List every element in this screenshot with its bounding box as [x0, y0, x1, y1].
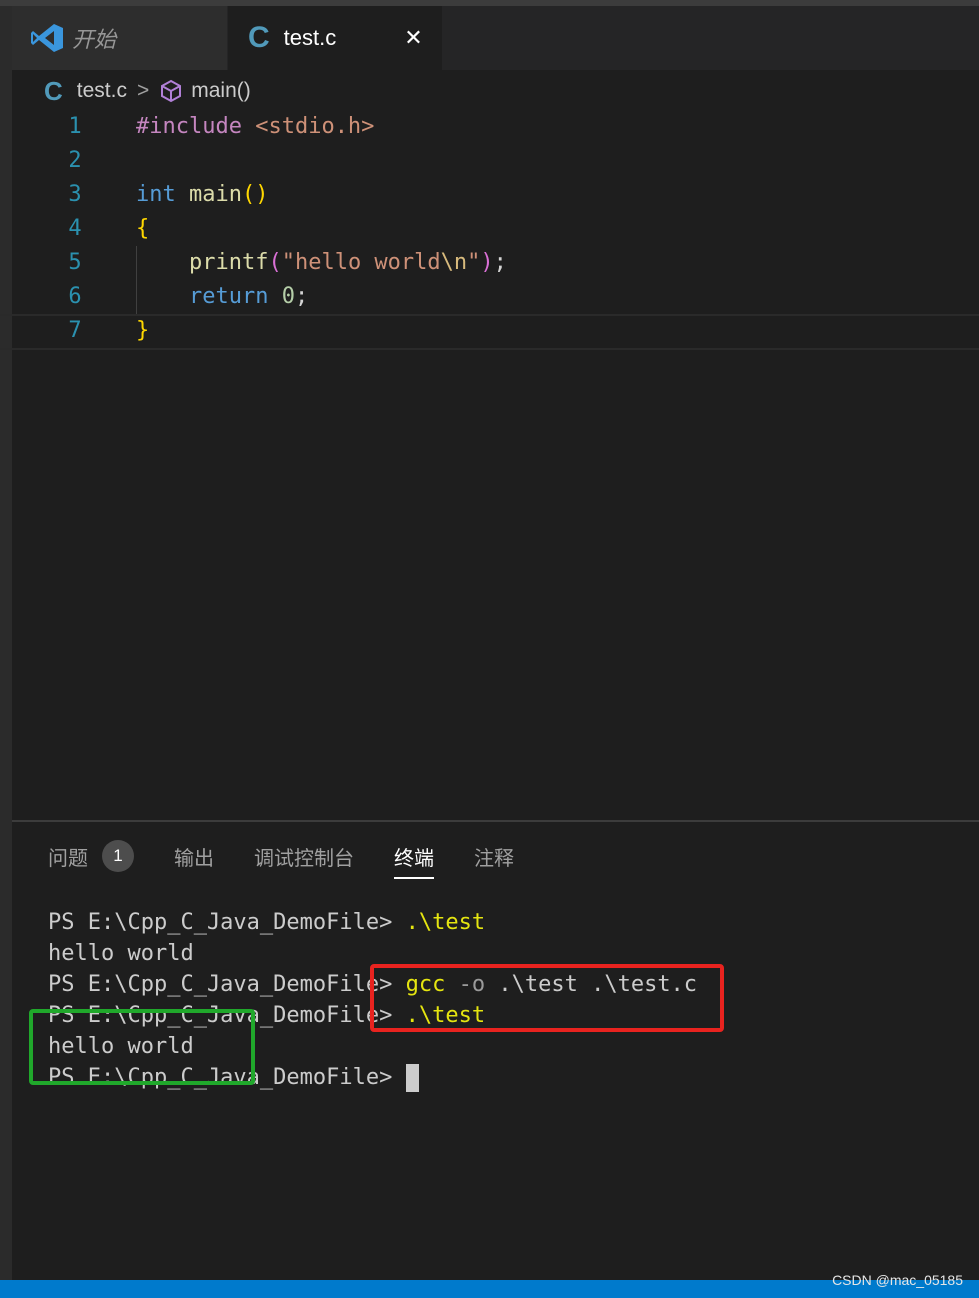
- cube-symbol-icon: [161, 79, 182, 103]
- code-line: 4 {: [0, 212, 979, 246]
- panel-tabs: 问题 1 输出 调试控制台 终端 注释: [48, 836, 554, 879]
- problems-count-badge: 1: [102, 840, 134, 872]
- line-number: 2: [68, 148, 82, 173]
- terminal-prompt: PS E:\Cpp_C_Java_DemoFile>: [48, 910, 393, 935]
- red-highlight-box: [370, 964, 724, 1032]
- brace-open: {: [136, 216, 150, 241]
- close-icon[interactable]: ✕: [404, 25, 422, 51]
- terminal-prompt: PS E:\Cpp_C_Java_DemoFile>: [48, 972, 393, 997]
- paren-open: (: [268, 250, 282, 275]
- semicolon: ;: [294, 284, 309, 309]
- breadcrumb-file[interactable]: test.c: [77, 79, 127, 103]
- terminal-line: hello world: [48, 938, 194, 969]
- return-keyword: return: [188, 284, 269, 309]
- code-line: 3 int main(): [0, 178, 979, 212]
- paren-close: ): [480, 250, 494, 275]
- string-quote: ": [467, 250, 481, 275]
- type-keyword: int: [136, 182, 176, 207]
- breadcrumb-symbol[interactable]: main(): [191, 79, 251, 103]
- line-number: 6: [68, 284, 82, 309]
- terminal-cursor: [405, 1064, 419, 1092]
- c-file-icon: C: [248, 21, 270, 54]
- tab-welcome[interactable]: 开始: [12, 6, 227, 70]
- tab-welcome-label: 开始: [72, 27, 117, 52]
- tab-problems[interactable]: 问题 1: [48, 840, 134, 872]
- tab-terminal[interactable]: 终端: [394, 842, 434, 879]
- paren-open: (: [241, 182, 256, 207]
- line-number: 3: [68, 182, 82, 207]
- tab-debug-console[interactable]: 调试控制台: [254, 842, 354, 871]
- vscode-logo-icon: [31, 24, 63, 52]
- semicolon: ;: [493, 250, 507, 275]
- terminal-output: hello world: [48, 941, 194, 966]
- tab-test-c-label: test.c: [283, 25, 337, 50]
- indent-guide: [136, 246, 137, 314]
- line-number: 7: [68, 318, 82, 343]
- string-literal: "hello world: [281, 250, 441, 275]
- line-number: 5: [68, 250, 82, 275]
- c-file-icon: C: [44, 75, 63, 106]
- breadcrumb: C test.c > main(): [44, 74, 251, 108]
- printf-call: printf: [188, 250, 269, 275]
- code-editor[interactable]: 1 #include <stdio.h> 2 3 int main() 4 { …: [0, 110, 979, 350]
- function-name: main: [189, 182, 242, 207]
- brace-close: }: [136, 318, 150, 343]
- tab-test-c[interactable]: C test.c ✕: [228, 6, 442, 70]
- tab-problems-label: 问题: [48, 847, 88, 870]
- tab-output[interactable]: 输出: [174, 842, 214, 871]
- code-line: 2: [0, 144, 979, 178]
- include-directive: #include: [136, 114, 242, 139]
- terminal-command: .\test: [405, 910, 486, 935]
- code-line: 1 #include <stdio.h>: [0, 110, 979, 144]
- watermark: CSDN @mac_05185: [832, 1272, 963, 1288]
- code-line-current: 6 return 0;: [0, 280, 979, 316]
- terminal-line: PS E:\Cpp_C_Java_DemoFile> .\test: [48, 907, 485, 938]
- chevron-right-icon: >: [136, 79, 150, 102]
- code-line: 5 printf("hello world\n");: [0, 246, 979, 280]
- number-literal: 0: [281, 284, 295, 309]
- panel-divider: [12, 820, 979, 822]
- tab-comments[interactable]: 注释: [474, 842, 514, 871]
- line-number: 1: [68, 114, 82, 139]
- line-number: 4: [68, 216, 82, 241]
- escape-sequence: \n: [440, 250, 468, 275]
- code-line: 7 }: [0, 314, 979, 350]
- green-highlight-box: [29, 1009, 255, 1085]
- include-header: <stdio.h>: [255, 114, 375, 139]
- paren-close: ): [255, 182, 269, 207]
